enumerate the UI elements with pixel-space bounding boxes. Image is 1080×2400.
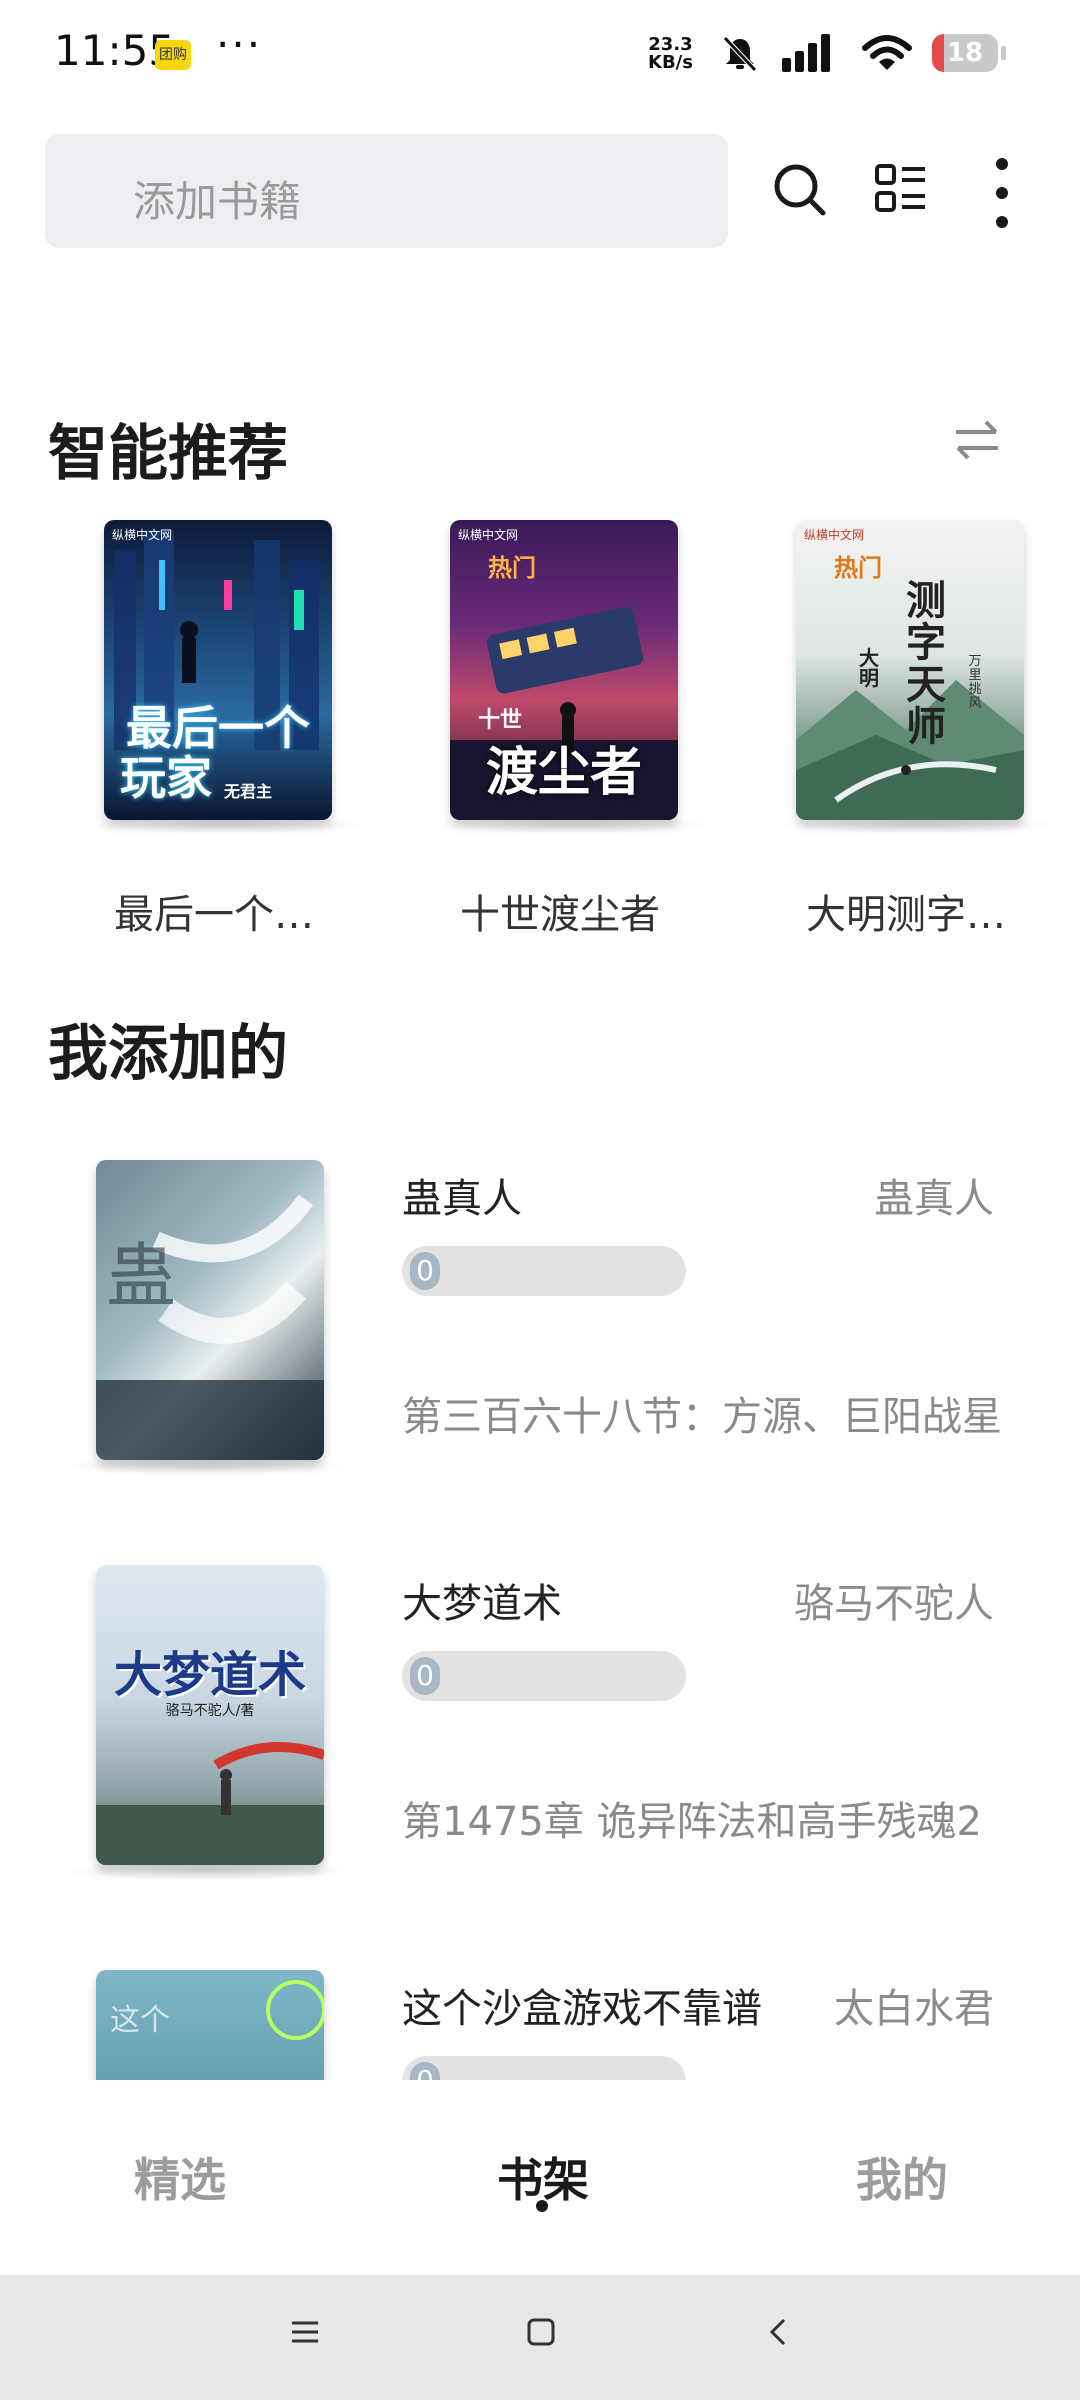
system-nav-bar [0, 2275, 1080, 2400]
tab-mine[interactable]: 我的 [802, 2144, 1002, 2210]
network-speed-unit: KB/s [648, 52, 693, 73]
cover-publisher: 纵横中文网 [458, 528, 519, 542]
cover-publisher: 纵横中文网 [112, 528, 173, 542]
app-notification-badge: 团购 [155, 40, 191, 70]
battery-icon: 18 [932, 34, 1006, 72]
cover-art: 蛊 [96, 1194, 324, 1460]
more-vertical-icon[interactable] [988, 156, 1016, 230]
search-icon[interactable] [770, 160, 830, 220]
home-icon[interactable] [526, 2317, 556, 2347]
signal-icon [782, 34, 830, 72]
recommend-book-card[interactable]: 纵横中文网 热门 测字天师 大明 万里挑风 大明测字… [756, 520, 1061, 940]
recommend-book-title[interactable]: 十世渡尘者 [410, 882, 710, 940]
network-speed: 23.3 KB/s [648, 36, 693, 72]
cover-title-line1: 测字天师 [906, 578, 946, 750]
cover-title-line2: 渡尘者 [485, 743, 642, 803]
cover-author: 骆马不驼人/著 [165, 1703, 255, 1719]
hot-tag: 热门 [488, 554, 536, 582]
cover-author: 无君主 [224, 782, 273, 801]
book-title[interactable]: 这个沙盒游戏不靠谱 [402, 1976, 762, 2034]
list-view-icon[interactable] [874, 162, 928, 216]
back-icon[interactable] [764, 2317, 794, 2347]
cover-author: 万里挑风 [968, 654, 982, 711]
shelf-book-row[interactable]: 大梦道术 骆马不驼人/著 大梦道术 骆马不驼人 0 第1475章 诡异阵法和高手… [0, 1565, 1080, 1945]
menu-icon[interactable] [290, 2317, 320, 2347]
battery-level: 18 [946, 38, 984, 68]
tab-featured[interactable]: 精选 [80, 2144, 280, 2210]
recommend-section-title: 智能推荐 [48, 419, 288, 489]
book-title[interactable]: 蛊真人 [402, 1166, 522, 1224]
progress-value: 0 [410, 1252, 440, 1290]
svg-text:蛊: 蛊 [106, 1235, 176, 1317]
svg-text:这个: 这个 [110, 2003, 170, 2038]
wifi-icon [862, 35, 912, 70]
recommend-book-card[interactable]: 纵横中文网 热门 十世 渡尘者 十世渡尘者 [410, 520, 715, 940]
reading-progress-bar: 0 [402, 1246, 686, 1296]
shelf-book-row[interactable]: 蛊 蛊真人 蛊真人 0 第三百六十八节：方源、巨阳战星 [0, 1160, 1080, 1540]
bottom-tab-bar: 精选 书架 我的 [0, 2080, 1080, 2275]
book-cover[interactable]: 蛊 [96, 1160, 324, 1460]
progress-value: 0 [410, 1657, 440, 1695]
search-input[interactable]: 添加书籍 [45, 134, 728, 248]
bell-muted-icon [723, 36, 757, 72]
recommend-book-card[interactable]: 纵横中文网 最后一个 玩家 无君主 最后一个… [64, 520, 369, 940]
book-cover[interactable]: 大梦道术 骆马不驼人/著 [96, 1565, 324, 1865]
shelf-section-title: 我添加的 [48, 1019, 288, 1089]
active-tab-indicator [536, 2200, 548, 2212]
battery-cap [1001, 46, 1006, 60]
status-bar: 11:55 团购 ··· 23.3 KB/s 18 [0, 0, 1080, 110]
cover-publisher: 纵横中文网 [804, 528, 865, 542]
book-latest-chapter[interactable]: 第1475章 诡异阵法和高手残魂2 [402, 1789, 982, 1847]
hot-tag: 热门 [834, 554, 882, 582]
search-placeholder: 添加书籍 [133, 177, 302, 226]
status-more-icon: ··· [216, 20, 263, 69]
book-author: 蛊真人 [874, 1176, 994, 1222]
battery-body: 18 [932, 34, 998, 72]
book-latest-chapter[interactable]: 第三百六十八节：方源、巨阳战星 [402, 1384, 1002, 1442]
swap-icon[interactable] [952, 418, 1002, 462]
book-title[interactable]: 大梦道术 [402, 1571, 562, 1629]
reading-progress-bar: 0 [402, 1651, 686, 1701]
book-cover[interactable]: 纵横中文网 热门 测字天师 大明 万里挑风 [796, 520, 1024, 820]
recommend-book-title[interactable]: 大明测字… [756, 882, 1056, 940]
cover-title-line2: 大明 [859, 646, 879, 690]
cover-title: 大梦道术 [113, 1647, 306, 1703]
book-author: 太白水君 [834, 1986, 994, 2032]
recommend-book-title[interactable]: 最后一个… [64, 882, 364, 940]
book-cover[interactable]: 纵横中文网 最后一个 玩家 无君主 [104, 520, 332, 820]
book-cover[interactable]: 纵横中文网 热门 十世 渡尘者 [450, 520, 678, 820]
book-author: 骆马不驼人 [794, 1581, 994, 1627]
